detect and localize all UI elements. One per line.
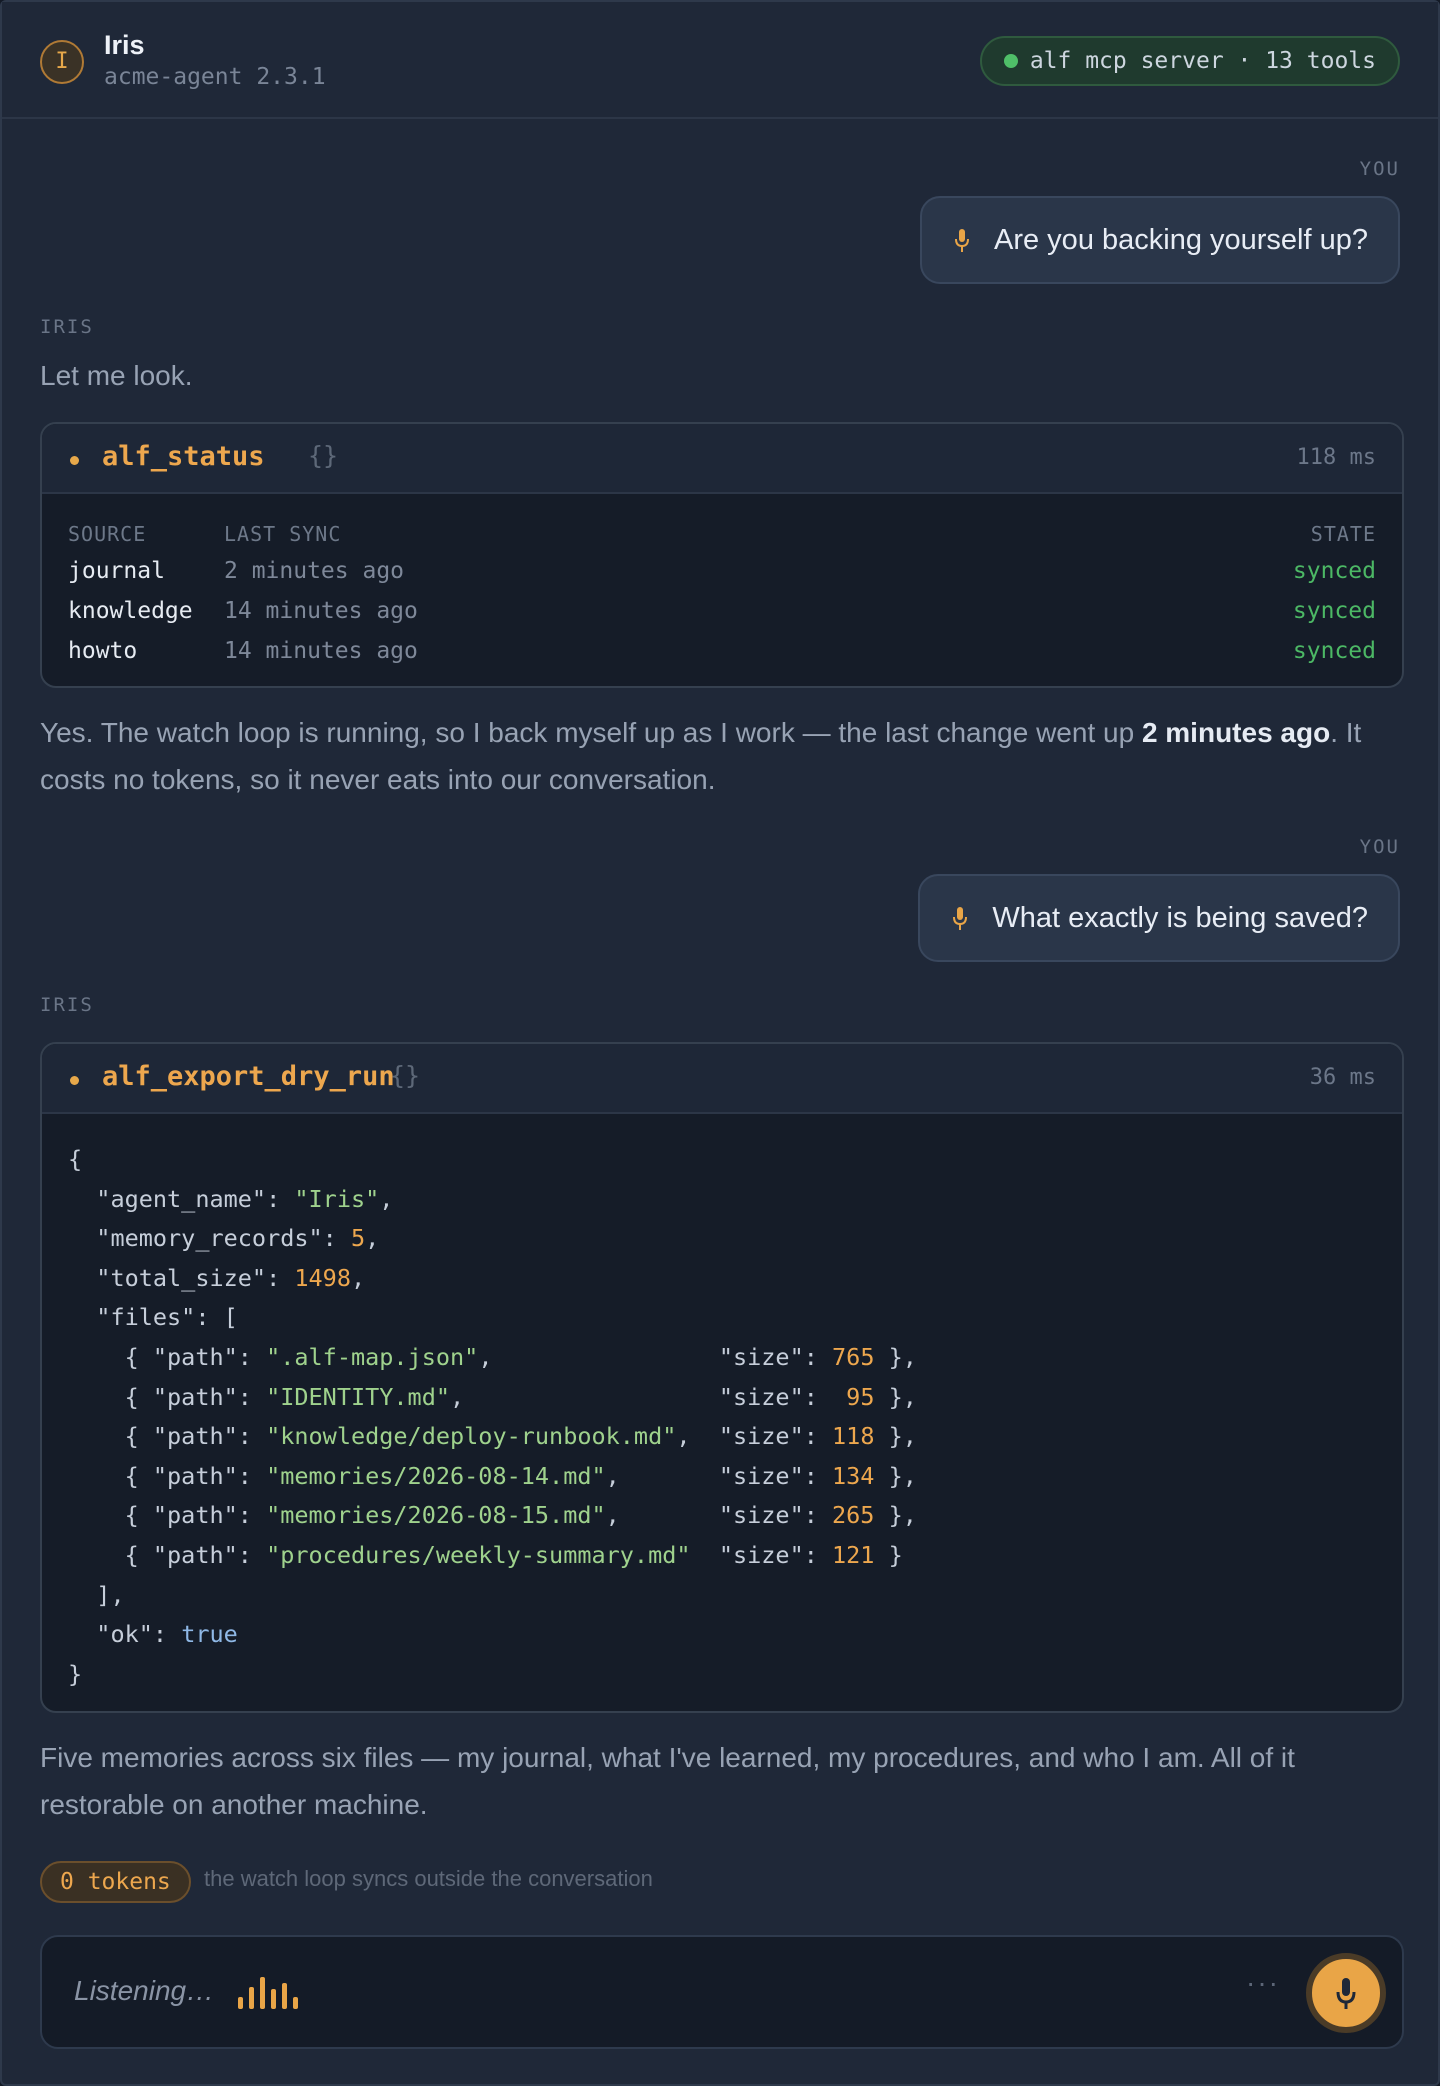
tool-call-card: alf_status {} 118 ms SOURCE LAST SYNC ST… — [40, 422, 1404, 688]
table-cell-source: knowledge — [68, 598, 193, 624]
agent-reply-text: Yes. The watch loop is running, so I bac… — [40, 717, 1142, 748]
agent-speaker-label: IRIS — [40, 316, 94, 338]
tool-call-header[interactable]: alf_export_dry_run {} 36 ms — [42, 1044, 1402, 1114]
token-note: the watch loop syncs outside the convers… — [204, 1866, 653, 1891]
voice-input-bar[interactable]: Listening… ··· — [40, 1935, 1404, 2049]
tool-duration: 36 ms — [1309, 1065, 1376, 1090]
table-cell-source: howto — [68, 638, 138, 664]
listening-status: Listening… — [74, 1975, 215, 2006]
microphone-icon — [1336, 1978, 1356, 2009]
table-cell-state: synced — [1292, 638, 1376, 664]
header: I Iris acme-agent 2.3.1 alf mcp server ·… — [2, 2, 1438, 119]
tool-call-card: alf_export_dry_run {} 36 ms { "agent_nam… — [40, 1042, 1404, 1713]
audio-waveform-icon — [238, 1977, 298, 2009]
agent-version: acme-agent 2.3.1 — [104, 64, 326, 90]
table-cell-last-sync: 14 minutes ago — [224, 598, 418, 624]
microphone-icon — [953, 907, 968, 930]
table-cell-source: journal — [68, 558, 165, 584]
user-speaker-label: YOU — [1359, 836, 1400, 858]
column-header-state: STATE — [1310, 522, 1376, 546]
agent-reply: Five memories across six files — my jour… — [40, 1742, 1295, 1820]
agent-name: Iris — [104, 30, 145, 60]
table-cell-state: synced — [1292, 558, 1376, 584]
tool-duration: 118 ms — [1296, 445, 1376, 470]
tool-args: {} — [308, 441, 339, 470]
more-options-button[interactable]: ··· — [1246, 1967, 1280, 1999]
agent-reply-emphasis: 2 minutes ago — [1141, 717, 1331, 748]
tool-result-json: { "agent_name": "Iris", "memory_records"… — [68, 1145, 917, 1688]
microphone-button[interactable] — [1306, 1953, 1386, 2033]
sync-status-table: SOURCE LAST SYNC STATE journal 2 minutes… — [42, 494, 1402, 686]
agent-reply: Yes. The watch loop is running, so I bac… — [40, 709, 1400, 803]
server-status-text: alf mcp server · 13 tools — [1029, 48, 1376, 74]
agent-speaker-label: IRIS — [40, 994, 94, 1016]
table-cell-last-sync: 14 minutes ago — [224, 638, 418, 664]
table-cell-last-sync: 2 minutes ago — [224, 558, 405, 584]
tool-name: alf_status — [102, 441, 265, 472]
table-cell-state: synced — [1292, 598, 1376, 624]
column-header-source: SOURCE — [68, 522, 147, 546]
tool-status-dot-icon — [70, 1076, 79, 1085]
token-count-badge: 0 tokens — [40, 1861, 191, 1903]
user-message-text: Are you backing yourself up? — [994, 224, 1368, 256]
status-dot-icon — [1003, 54, 1018, 68]
tool-args: {} — [390, 1061, 421, 1090]
tool-call-header[interactable]: alf_status {} 118 ms — [42, 424, 1402, 494]
server-status-badge[interactable]: alf mcp server · 13 tools — [979, 36, 1400, 86]
user-message: Are you backing yourself up? — [920, 196, 1400, 284]
microphone-icon — [955, 229, 969, 252]
user-message-text: What exactly is being saved? — [992, 902, 1368, 934]
tool-name: alf_export_dry_run — [102, 1061, 395, 1092]
agent-message: Let me look. — [40, 360, 193, 391]
avatar: I — [40, 40, 84, 84]
chat-window: I Iris acme-agent 2.3.1 alf mcp server ·… — [0, 0, 1440, 2086]
user-speaker-label: YOU — [1359, 158, 1400, 180]
tool-status-dot-icon — [70, 456, 79, 465]
user-message: What exactly is being saved? — [918, 874, 1400, 962]
column-header-last-sync: LAST SYNC — [224, 522, 342, 546]
